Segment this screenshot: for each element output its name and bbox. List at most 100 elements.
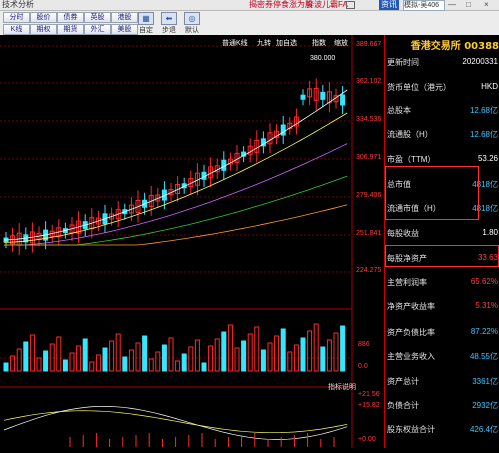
step-back-label: 步退 — [162, 27, 176, 34]
volume-bar — [221, 331, 227, 372]
tab-qihuo[interactable]: 期货 — [57, 24, 84, 35]
title-bar: 技术分析 揭密券停食涨为股 奔波儿霸FA 资讯 模拟-吴406 — □ × — [0, 0, 499, 11]
volume-bar — [115, 333, 121, 372]
info-key: 总股本 — [387, 106, 411, 115]
arrow-left-icon: ⬅ — [161, 12, 177, 25]
mail-icon[interactable] — [346, 1, 355, 9]
volume-bar — [320, 346, 326, 372]
volume-bar — [175, 360, 181, 372]
info-value: HKD — [481, 82, 498, 91]
chart-canvas — [0, 35, 353, 448]
volume-axis-label: 0.0 — [358, 363, 368, 370]
customize-button[interactable]: ▦ 自定 — [137, 12, 155, 35]
info-key: 负债合计 — [387, 401, 419, 410]
maximize-icon[interactable]: □ — [466, 0, 471, 10]
app-title: 技术分析 — [2, 0, 34, 9]
info-key: 更新时间 — [387, 58, 419, 67]
add-watchlist-button[interactable]: 加自选 — [276, 38, 297, 48]
tab-qiquan[interactable]: 期权 — [30, 24, 57, 35]
volume-bar — [188, 346, 194, 372]
info-row: 主营业务收入 48.55亿 — [385, 346, 499, 366]
indicator-line — [3, 405, 348, 440]
market-cap-highlight-box — [385, 166, 479, 220]
default-button[interactable]: ◎ 默认 — [183, 12, 201, 35]
volume-bar — [340, 325, 346, 372]
volume-bar — [16, 348, 22, 372]
volume-bar — [135, 342, 141, 372]
volume-axis-label: 886 — [358, 341, 370, 348]
info-value: 12.68亿 — [469, 130, 498, 139]
indicator-axis-label: +21.56 — [358, 391, 380, 398]
tab-zhaiquan[interactable]: 债券 — [57, 12, 84, 23]
ad-link-1[interactable]: 揭密券停食涨为股 — [249, 0, 313, 10]
price-axis-label: 279.406 — [356, 192, 382, 199]
price-axis-label: 389.667 — [356, 41, 382, 48]
info-row: 主营利润率 65.62% — [385, 272, 499, 292]
candle-body — [300, 94, 306, 100]
chart-index-button[interactable]: 指数 — [312, 38, 326, 48]
indicator-help-button[interactable]: 指标说明 — [328, 382, 356, 392]
indicator-line — [3, 410, 348, 434]
volume-bar — [43, 350, 49, 372]
tab-meigu[interactable]: 美股 — [111, 24, 138, 35]
moving-average-line — [3, 112, 348, 243]
candle-body — [340, 94, 346, 106]
info-row: 资产总计 3361亿 — [385, 371, 499, 391]
info-value: 48.55亿 — [469, 352, 498, 361]
target-icon: ◎ — [184, 12, 200, 25]
volume-bar — [161, 344, 167, 372]
volume-bar — [227, 324, 233, 372]
toolbar: 分时 股价 债券 英股 港股 K线 期权 期货 外汇 美股 ▦ 自定 ⬅ 步退 … — [0, 11, 499, 36]
info-row: 股东权益合计 426.4亿 — [385, 419, 499, 439]
volume-bar — [168, 337, 174, 372]
volume-bar — [82, 338, 88, 372]
chart-mode-normal-kline[interactable]: 普通K线 — [222, 38, 248, 48]
chart-mode-jiuzhuan[interactable]: 九转 — [257, 38, 271, 48]
info-row: 货币单位（港元） HKD — [385, 77, 499, 97]
info-value: 12.68亿 — [469, 106, 498, 115]
info-key: 市盈（TTM） — [387, 155, 436, 164]
volume-bar — [56, 336, 62, 372]
info-key: 主营利润率 — [387, 278, 427, 287]
info-key: 资产总计 — [387, 377, 419, 386]
candle-body — [280, 124, 286, 136]
stock-info-panel: 香港交易所 00388 更新时间 20200331 货币单位（港元） HKD 总股本 12… — [384, 35, 499, 448]
volume-bar — [326, 339, 332, 372]
chart-zoom-button[interactable]: 缩放 — [334, 38, 348, 48]
tab-fenshi[interactable]: 分时 — [3, 12, 30, 23]
step-back-button[interactable]: ⬅ 步退 — [160, 12, 178, 35]
volume-bar — [307, 330, 313, 372]
stock-title: 香港交易所 00388 — [410, 41, 499, 52]
info-value: 3361亿 — [472, 377, 498, 386]
volume-bar — [214, 338, 220, 372]
volume-bar — [181, 353, 187, 372]
volume-bar — [247, 333, 253, 372]
close-icon[interactable]: × — [484, 0, 489, 10]
volume-bar — [201, 362, 207, 372]
kline-chart[interactable]: 普通K线 九转 加自选 指数 缩放 380.000 389.667 362.10… — [0, 35, 384, 448]
volume-bar — [194, 339, 200, 372]
info-row: 总股本 12.68亿 — [385, 100, 499, 120]
info-value: 426.4亿 — [469, 425, 498, 434]
tab-kline[interactable]: K线 — [3, 24, 30, 35]
default-label: 默认 — [185, 27, 199, 34]
info-key: 流通股（H） — [387, 130, 433, 139]
minimize-icon[interactable]: — — [448, 0, 456, 10]
account-select[interactable]: 模拟-吴406 — [403, 0, 445, 11]
volume-bar — [234, 347, 240, 372]
candle-body — [320, 91, 326, 100]
ad-link-2[interactable]: 奔波儿霸FA — [306, 0, 348, 10]
tab-guijia[interactable]: 股价 — [30, 12, 57, 23]
volume-bar — [148, 358, 154, 372]
tab-yinggu[interactable]: 英股 — [84, 12, 111, 23]
tab-waihui[interactable]: 外汇 — [84, 24, 111, 35]
info-key: 净资产收益率 — [387, 302, 435, 311]
volume-bar — [95, 354, 101, 372]
customize-label: 自定 — [139, 27, 153, 34]
price-axis-label: 306.971 — [356, 154, 382, 161]
volume-bar — [89, 361, 95, 372]
info-key: 货币单位（港元） — [387, 83, 451, 92]
news-menu-button[interactable]: 资讯 — [379, 0, 399, 10]
volume-bar — [109, 340, 115, 372]
tab-ganggu[interactable]: 港股 — [111, 12, 138, 23]
